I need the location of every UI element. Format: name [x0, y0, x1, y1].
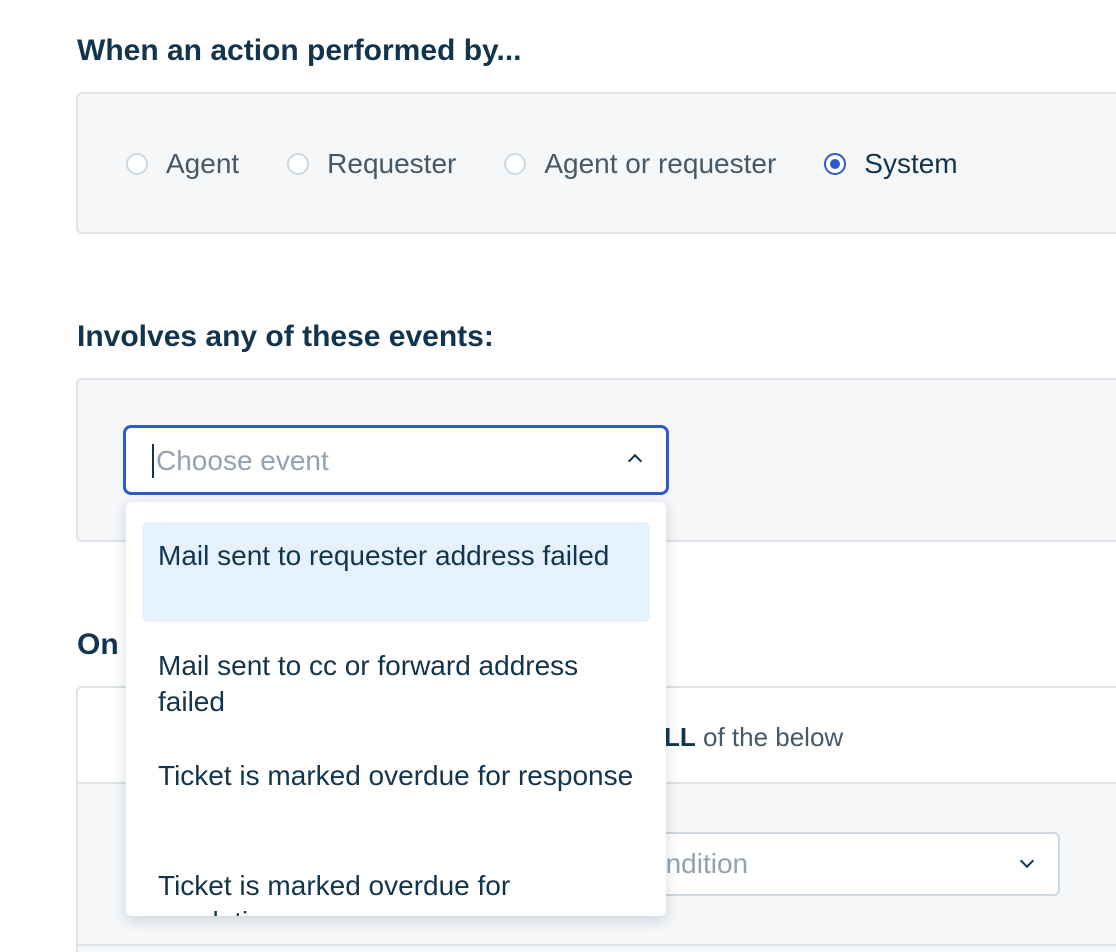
conditions-section-heading: On: [77, 628, 119, 661]
page: When an action performed by... Agent Req…: [0, 0, 1116, 952]
chevron-down-icon[interactable]: [1019, 853, 1035, 869]
radio-agent-or-requester-label: Agent or requester: [544, 148, 777, 179]
radio-option-system[interactable]: System: [824, 148, 958, 180]
radio-requester-label: Requester: [327, 148, 457, 179]
radio-option-agent-or-requester[interactable]: Agent or requester: [504, 148, 776, 180]
radio-system-circle[interactable]: [824, 153, 847, 175]
match-suffix: of the below: [695, 722, 844, 752]
radio-option-requester[interactable]: Requester: [287, 148, 456, 180]
radio-agent-or-requester-circle[interactable]: [504, 153, 527, 175]
radio-agent-label: Agent: [166, 148, 240, 179]
action-performer-radio-group: Agent Requester Agent or requester Syste…: [126, 148, 1006, 180]
action-performer-panel: Agent Requester Agent or requester Syste…: [76, 92, 1116, 234]
radio-option-agent[interactable]: Agent: [126, 148, 239, 180]
event-dropdown-menu: Mail sent to requester address failed Ma…: [126, 502, 666, 916]
choose-event-select[interactable]: [123, 425, 669, 495]
radio-requester-circle[interactable]: [287, 153, 310, 175]
events-section-heading: Involves any of these events:: [77, 320, 494, 353]
dropdown-option[interactable]: Ticket is marked overdue for resolution: [142, 852, 650, 916]
condition-divider: [78, 944, 1116, 946]
match-condition-text: LL of the below: [664, 722, 843, 753]
dropdown-option[interactable]: Mail sent to requester address failed: [142, 522, 650, 622]
match-keyword[interactable]: LL: [664, 722, 696, 752]
dropdown-option[interactable]: Ticket is marked overdue for response: [142, 742, 650, 842]
radio-agent-circle[interactable]: [126, 153, 148, 175]
choose-event-input[interactable]: [152, 444, 596, 478]
radio-system-label: System: [864, 148, 958, 179]
dropdown-option[interactable]: Mail sent to cc or forward address faile…: [142, 632, 650, 732]
select-condition-dropdown[interactable]: ondition: [608, 832, 1060, 896]
chevron-up-icon[interactable]: [627, 453, 643, 469]
action-section-heading: When an action performed by...: [77, 34, 522, 67]
